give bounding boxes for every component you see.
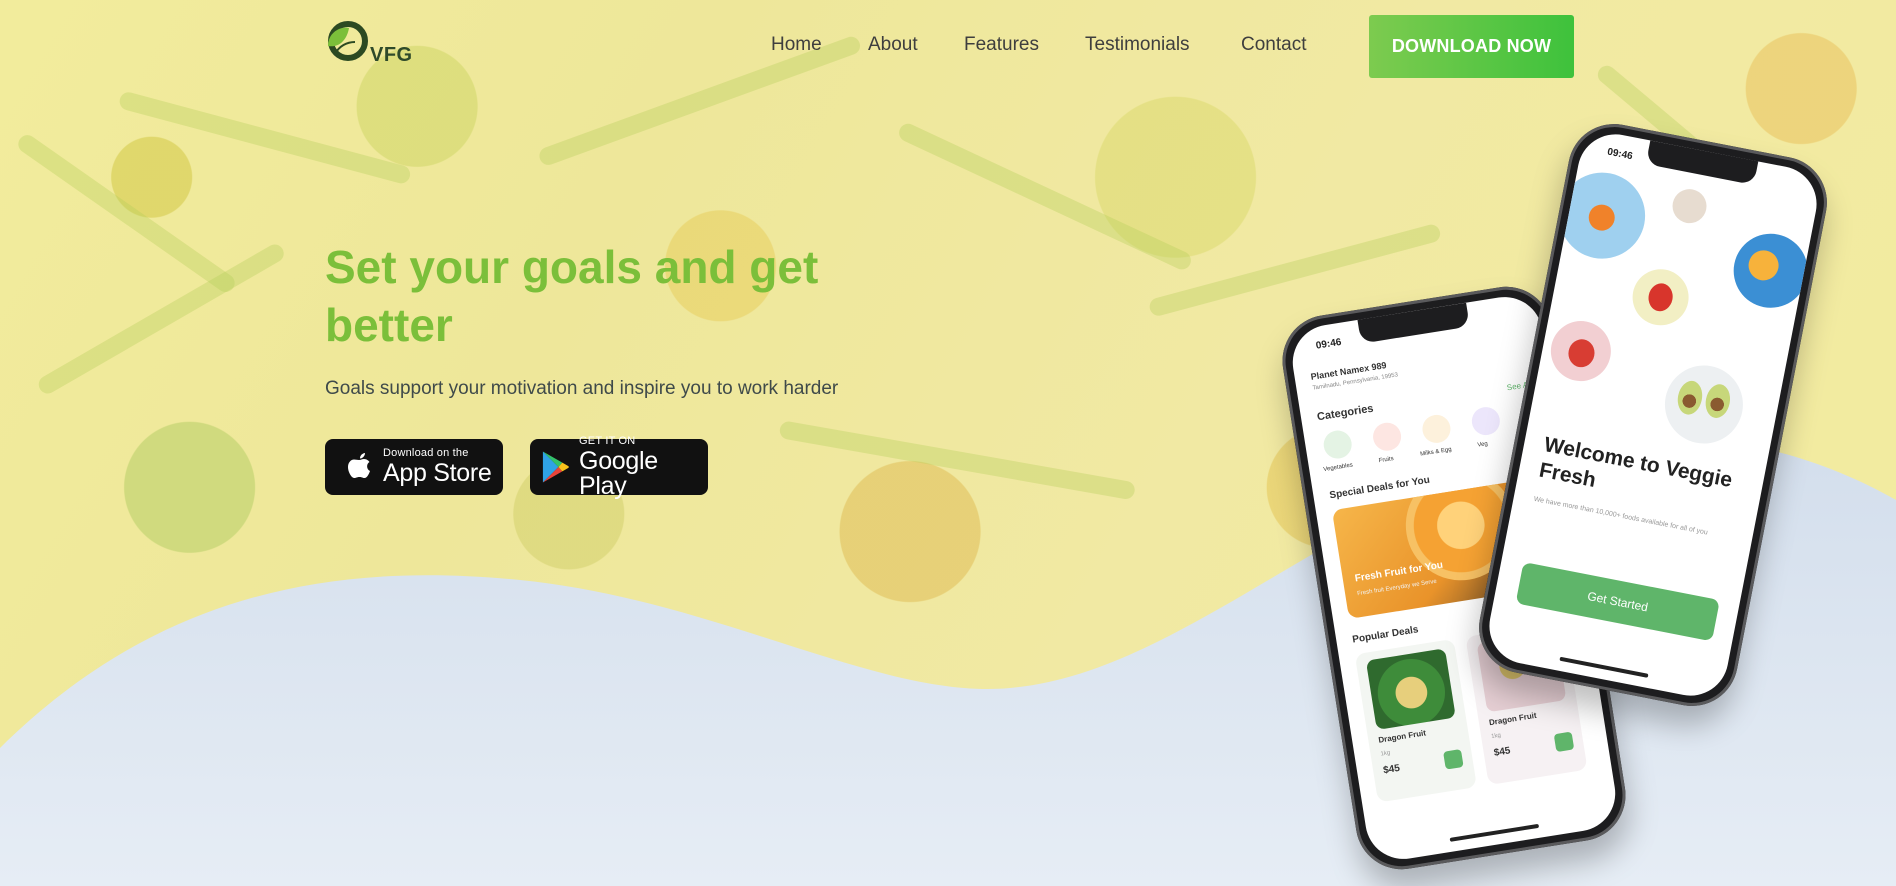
- status-time: 09:46: [1606, 146, 1634, 163]
- categories-title: Categories: [1316, 402, 1375, 424]
- home-indicator: [1449, 823, 1540, 842]
- google-play-small-text: GET IT ON: [579, 434, 636, 447]
- category-label: Vegetables: [1323, 462, 1354, 474]
- category-label: Fruits: [1378, 456, 1395, 465]
- dragon-fruit-image: [1365, 648, 1456, 730]
- nav-contact[interactable]: Contact: [1241, 34, 1306, 56]
- category-veg-icon: [1469, 405, 1502, 438]
- popular-deal-card: Dragon Fruit 1kg $45: [1354, 638, 1477, 803]
- nav-about[interactable]: About: [868, 34, 918, 56]
- category-vegetables-icon: [1321, 428, 1354, 461]
- get-started-button: Get Started: [1515, 562, 1720, 642]
- fruit-bubble-strawberry: [1627, 264, 1694, 331]
- popular-item-weight: 1kg: [1490, 732, 1502, 741]
- fruit-bubble-apple: [1545, 315, 1617, 387]
- fruit-bubble-citrus: [1727, 227, 1815, 315]
- category-fruits-icon: [1371, 420, 1404, 453]
- hero-subtitle: Goals support your motivation and inspir…: [325, 378, 839, 399]
- logo-text: VFG: [370, 44, 413, 66]
- download-now-button[interactable]: DOWNLOAD NOW: [1369, 15, 1574, 78]
- category-label: Veg: [1477, 441, 1489, 449]
- add-to-cart-button: [1443, 749, 1464, 770]
- nav-testimonials[interactable]: Testimonials: [1085, 34, 1190, 56]
- app-store-big-text: App Store: [383, 459, 492, 487]
- popular-item-name: Dragon Fruit: [1377, 728, 1427, 745]
- app-store-badge[interactable]: Download on the App Store: [325, 439, 503, 495]
- fruit-bubble-small: [1669, 186, 1710, 227]
- google-play-icon: [542, 451, 569, 483]
- popular-item-name: Dragon Fruit: [1488, 710, 1538, 728]
- apple-icon: [348, 453, 370, 478]
- hero-title: Set your goals and get better: [325, 241, 819, 351]
- fruit-bubble-avocado: [1658, 358, 1750, 451]
- popular-item-weight: 1kg: [1380, 750, 1391, 758]
- google-play-big-text: Google Play: [579, 446, 658, 500]
- popular-deals-title: Popular Deals: [1351, 624, 1420, 646]
- home-indicator: [1559, 656, 1649, 678]
- category-milk-egg-icon: [1420, 412, 1453, 445]
- popular-item-price: $45: [1382, 762, 1401, 777]
- google-play-badge[interactable]: GET IT ON Google Play: [530, 434, 708, 498]
- fruit-bubble-orange: [1551, 165, 1653, 267]
- status-time: 09:46: [1315, 336, 1343, 352]
- nav-features[interactable]: Features: [964, 34, 1039, 56]
- nav-home[interactable]: Home: [771, 34, 822, 56]
- app-store-small-text: Download on the: [383, 447, 469, 459]
- popular-item-price: $45: [1493, 745, 1512, 759]
- category-label: Milks & Egg: [1419, 446, 1453, 458]
- add-to-cart-button: [1553, 731, 1575, 753]
